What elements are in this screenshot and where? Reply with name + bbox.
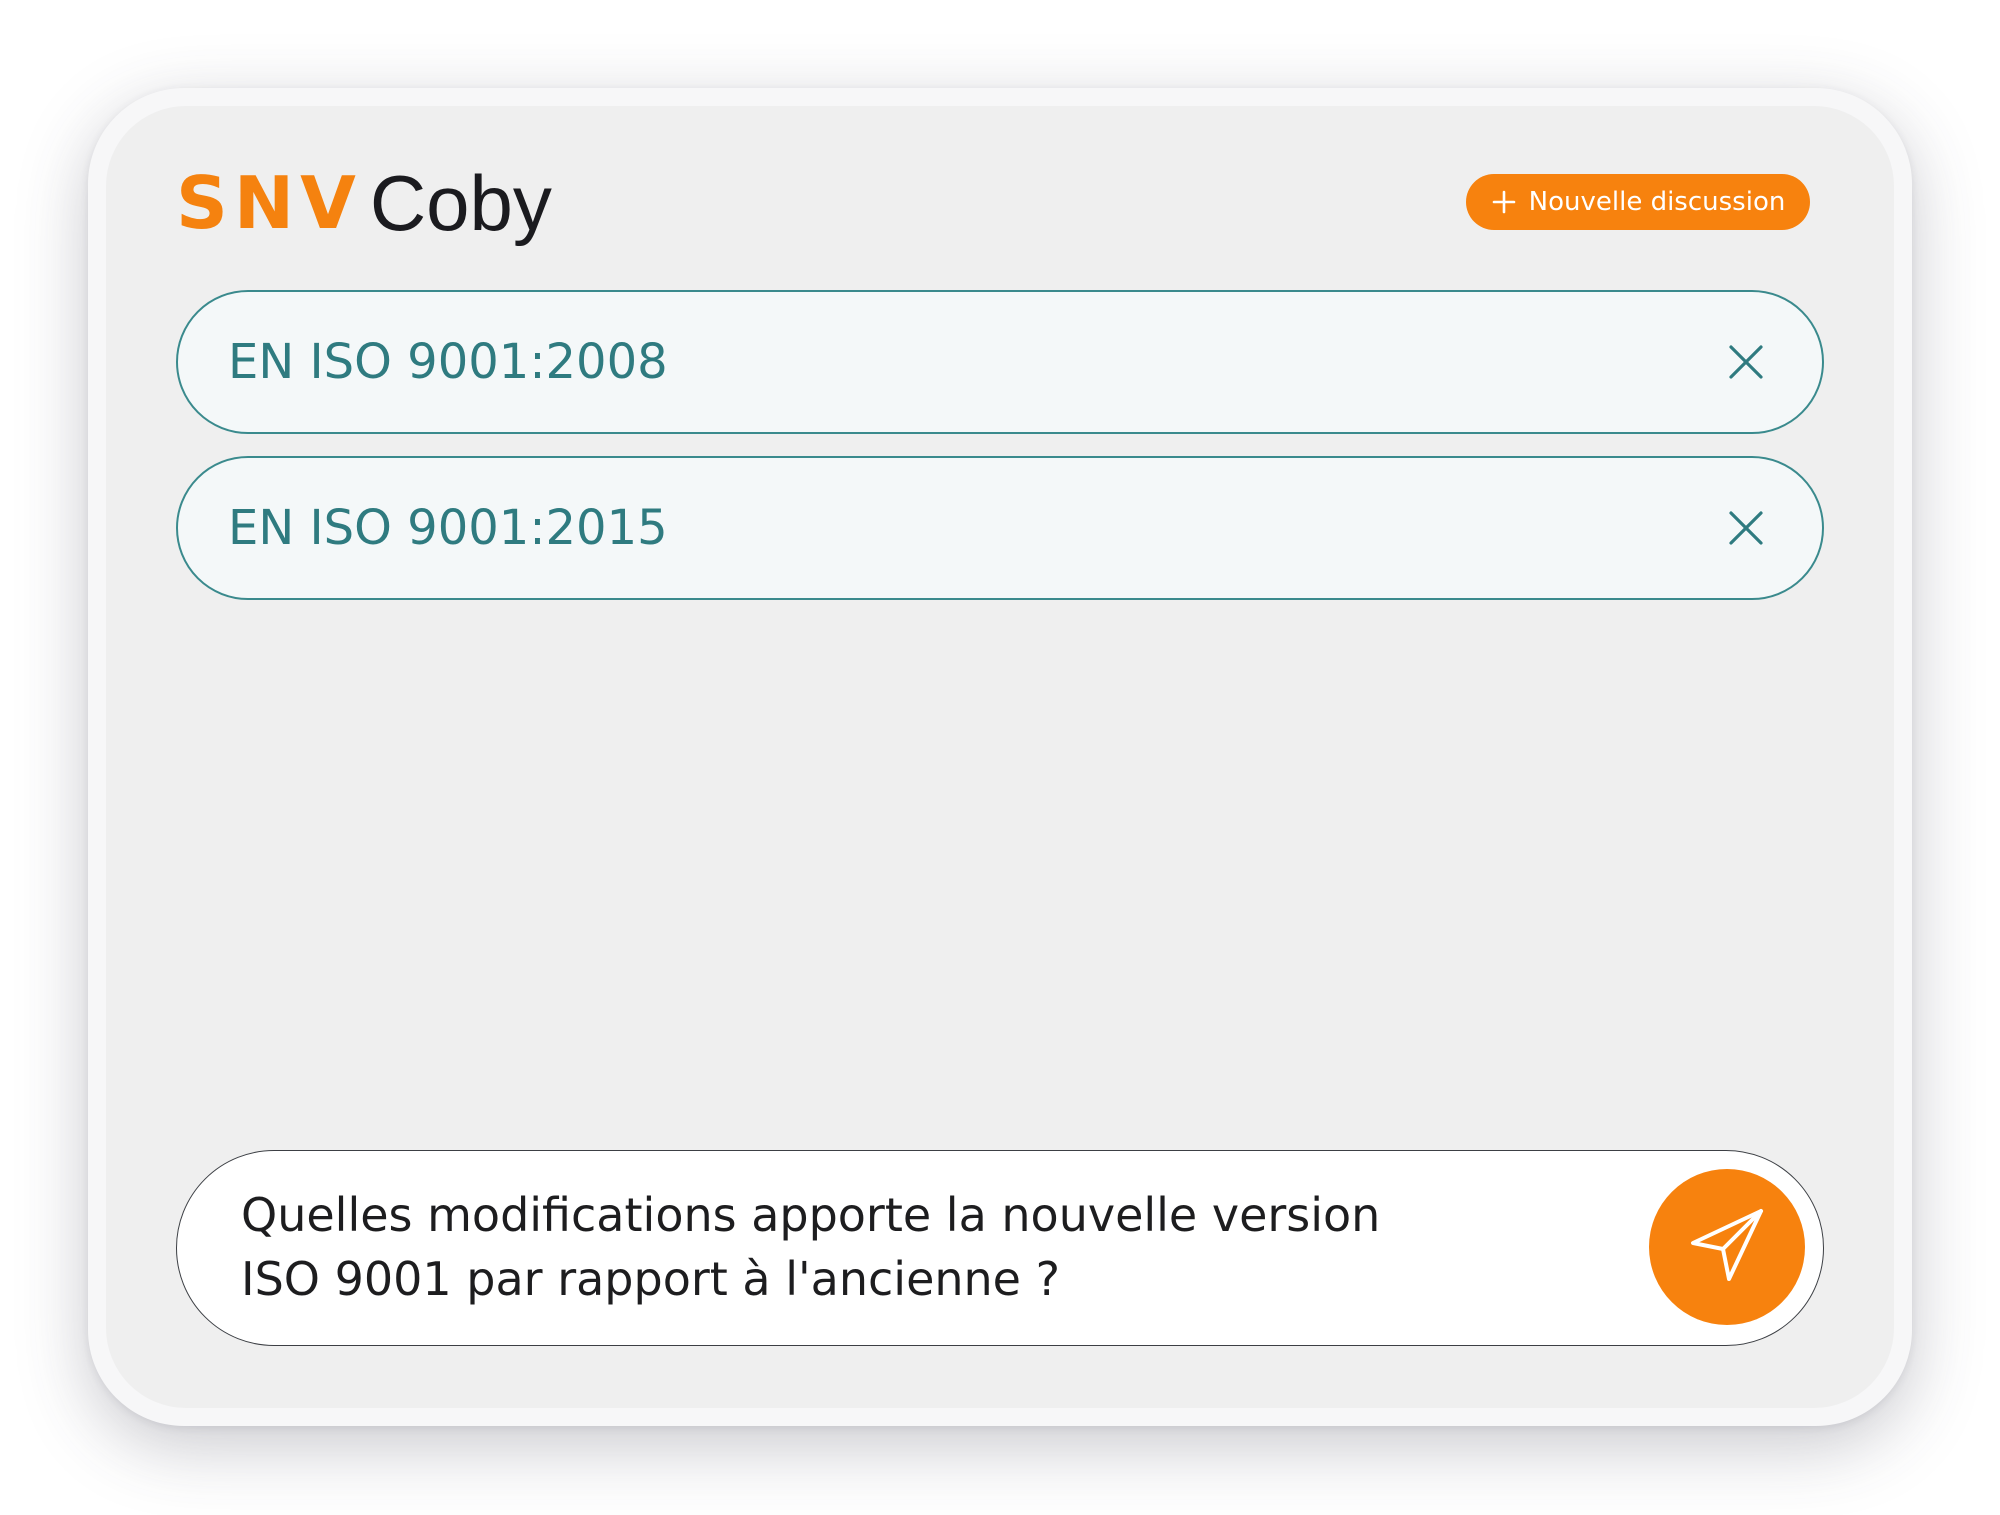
close-icon[interactable]: [1726, 342, 1766, 382]
document-chip-label: EN ISO 9001:2015: [228, 500, 668, 556]
document-chip-label: EN ISO 9001:2008: [228, 334, 668, 390]
new-discussion-button[interactable]: Nouvelle discussion: [1466, 174, 1810, 230]
logo-snv: SNV: [176, 161, 362, 245]
logo-coby: Coby: [369, 159, 552, 247]
plus-icon: [1491, 189, 1517, 215]
document-chip[interactable]: EN ISO 9001:2015: [176, 456, 1824, 600]
send-button[interactable]: [1649, 1169, 1805, 1325]
document-chip[interactable]: EN ISO 9001:2008: [176, 290, 1824, 434]
send-icon: [1685, 1203, 1769, 1292]
close-icon[interactable]: [1726, 508, 1766, 548]
app-screen: SNV Coby Nouvelle discussion EN ISO 9001…: [106, 106, 1894, 1408]
stage: SNV Coby Nouvelle discussion EN ISO 9001…: [0, 0, 2000, 1515]
app-logo: SNV Coby: [176, 158, 552, 248]
message-composer[interactable]: Quelles modifications apporte la nouvell…: [176, 1150, 1824, 1346]
new-discussion-label: Nouvelle discussion: [1528, 187, 1786, 217]
message-input[interactable]: Quelles modifications apporte la nouvell…: [241, 1183, 1441, 1311]
